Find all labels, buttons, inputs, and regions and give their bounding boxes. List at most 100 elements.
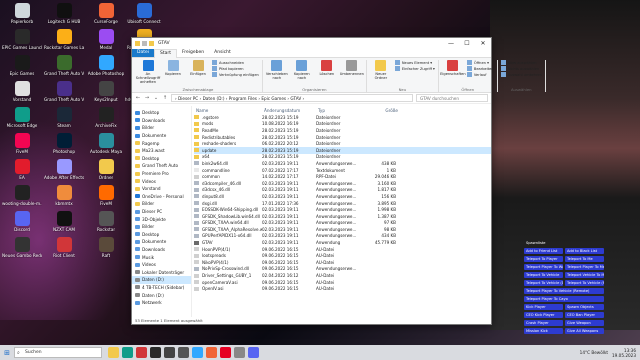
nav-item-3d-objekte[interactable]: 3D-Objekte — [132, 215, 191, 223]
mod-menu-button-add-to-black-list[interactable]: Add to Black List — [565, 248, 604, 254]
file-row[interactable]: GTAV 02.03.2023 19:11 Anwendung 45.779 KB — [194, 239, 491, 246]
desktop-icon-archivefix[interactable]: ArchiveFix — [86, 106, 126, 132]
file-row[interactable]: GPUPerfAPIDX11-x64.dll 02.03.2023 19:11 An… — [194, 233, 491, 240]
file-row[interactable]: commandline 07.02.2022 17:17 Textdokument 1… — [194, 167, 491, 174]
file-row[interactable]: .egstore 28.02.2023 15:19 Dateiordner — [194, 114, 491, 121]
up-button[interactable]: ↑ — [162, 95, 168, 101]
weather-widget[interactable]: 14°C Bewölkt — [580, 350, 608, 355]
ribbon-button-verkn-pfung-einf-gen[interactable]: Verknüpfung einfügen — [212, 72, 259, 77]
ribbon-button-einfacher-zugriff[interactable]: Einfacher Zugriff ▾ — [394, 66, 435, 71]
nav-item-onedrive-personal[interactable]: OneDrive - Personal — [132, 193, 191, 201]
ribbon-button-umbenennen[interactable]: Umbenennen — [340, 60, 364, 76]
nav-item-daten-d[interactable]: Daten (D:) — [132, 276, 191, 284]
desktop-icon-microsoft-edge[interactable]: Microsoft Edge — [2, 106, 42, 132]
taskbar-app-icon[interactable] — [150, 347, 161, 358]
desktop-icon-curseforge[interactable]: CurseForge — [86, 2, 126, 28]
file-row[interactable]: common 14.02.2022 17:17 RPF-Datei 29.046 KB — [194, 173, 491, 180]
mod-menu-button-mission-kick[interactable]: Mission Kick — [524, 328, 563, 334]
tab-home[interactable]: Start — [154, 48, 178, 58]
forward-button[interactable]: → — [144, 95, 150, 101]
tab-share[interactable]: Freigeben — [177, 49, 209, 57]
ribbon-button-einf-gen[interactable]: Einfügen — [187, 60, 209, 76]
mod-menu-button-teleport-to-vehicle-passenger[interactable]: Teleport To Vehicle (Passenger) — [565, 280, 604, 286]
file-row[interactable]: Redistributables 28.02.2023 15:19 Dateiord… — [194, 134, 491, 141]
mod-menu-button-teleport-player-to-me-vehicle[interactable]: Teleport Player To Me (Vehicle) — [565, 264, 604, 270]
ribbon-button-kopieren[interactable]: Kopieren — [162, 60, 184, 76]
file-row[interactable]: GFSDK_TXAA_AlphaResolve.win64.dll02.03.2… — [194, 226, 491, 233]
ribbon-button-bearbeiten[interactable]: Bearbeiten — [466, 66, 494, 71]
nav-item-bilder[interactable]: Bilder — [132, 124, 191, 132]
taskbar-app-icon[interactable] — [178, 347, 189, 358]
mod-menu-button-give-all-weapons[interactable]: Give All Weapons — [565, 328, 604, 334]
desktop-icon-rockstar[interactable]: Rockstar — [86, 210, 126, 236]
taskbar-app-icon[interactable] — [136, 347, 147, 358]
file-row[interactable]: dxgi.dll 17.01.2022 17:36 Anwendungserwe..… — [194, 200, 491, 207]
file-row[interactable]: lootspreads 09.06.2022 16:15 AU-Datei — [194, 252, 491, 259]
ribbon-button-kopieren-nach[interactable]: Kopieren nach — [291, 60, 313, 80]
taskbar-app-icon[interactable] — [248, 347, 259, 358]
desktop-icon-epic-games-launcher[interactable]: EPIC Games Launcher — [2, 28, 42, 54]
file-row[interactable]: GFSDK_TXAA.win64.dll 02.03.2023 19:11 Anwe… — [194, 220, 491, 227]
taskbar-app-icon[interactable] — [234, 347, 245, 358]
file-row[interactable]: EOSSDK-Win64-Shipping.dll 02.03.2023 19:1… — [194, 206, 491, 213]
desktop-icon-kbmmtx[interactable]: kbmmtx — [44, 184, 84, 210]
maximize-button[interactable]: ☐ — [459, 38, 475, 49]
nav-item-dieser-pc[interactable]: Dieser PC — [132, 208, 191, 216]
desktop-icon-neues-gambo-redux[interactable]: Neues Gambo Redux — [2, 236, 42, 262]
ribbon-button-alles-ausw-hlen[interactable]: Alles auswählen — [500, 60, 542, 65]
minimize-button[interactable]: — — [443, 38, 459, 49]
desktop-icon-medal[interactable]: Medal — [86, 28, 126, 54]
file-row[interactable]: NikoPVP(4/1) 09.06.2022 16:15 AU-Datei — [194, 259, 491, 266]
file-row[interactable]: openCameraV.asi 09.06.2022 16:15 AU-Datei — [194, 279, 491, 286]
nav-item-bilder[interactable]: Bilder — [132, 223, 191, 231]
file-row[interactable]: x64 28.02.2023 15:19 Dateiordner — [194, 154, 491, 161]
mod-menu-button-teleport-to-me[interactable]: Teleport To Me — [565, 256, 604, 262]
nav-item-desktop[interactable]: Desktop — [132, 155, 191, 163]
desktop-icon-keys2input[interactable]: Keys2Input — [86, 80, 126, 106]
nav-item-desktop[interactable]: Desktop — [132, 231, 191, 239]
mod-menu-button-spawn-objects[interactable]: Spawn Objects — [565, 304, 604, 310]
ribbon-button-auswahl-umkehren[interactable]: Auswahl umkehren — [500, 72, 542, 77]
mod-menu-button-ceo-kick-player[interactable]: CEO Kick Player — [524, 312, 563, 318]
desktop-icon-steam[interactable]: Steam — [44, 106, 84, 132]
taskbar-app-icon[interactable] — [108, 347, 119, 358]
address-bar[interactable]: › Dieser PC › Daten (D:) › Program Files… — [171, 94, 413, 102]
column-size[interactable]: Größe — [370, 108, 398, 113]
file-row[interactable]: update 28.02.2023 15:19 Dateiordner — [194, 146, 491, 154]
tab-file[interactable]: Datei — [132, 49, 155, 57]
file-row[interactable]: GFSDK_ShadowLib.win64.dll 02.03.2023 19:1… — [194, 213, 491, 220]
nav-item-4-tb-tech-sidebar[interactable]: 4 TB-TECH (Sidebar) — [132, 284, 191, 292]
mod-menu-button-give-weapon[interactable]: Give Weapon — [565, 320, 604, 326]
nav-item-downloads[interactable]: Downloads — [132, 117, 191, 125]
taskbar-app-icon[interactable] — [164, 347, 175, 358]
nav-item-netzwerk[interactable]: Netzwerk — [132, 299, 191, 307]
desktop-icon-fivem[interactable]: FiveM — [2, 132, 42, 158]
column-date[interactable]: Änderungsdatum — [264, 108, 318, 113]
desktop-icon-logitech-g-hub[interactable]: Logitech G HUB — [44, 2, 84, 28]
file-row[interactable]: dinput8.dll 02.03.2023 19:11 Anwendungserw… — [194, 193, 491, 200]
nav-item-desktop[interactable]: Desktop — [132, 109, 191, 117]
recent-locations-button[interactable]: ⌄ — [153, 95, 159, 101]
mod-menu-button-teleport-player-to-cayo[interactable]: Teleport Player To Cayo — [524, 296, 604, 302]
file-row[interactable]: d3dcompiler_46.dll 02.03.2023 19:11 Anwend… — [194, 180, 491, 187]
desktop-icon-raft[interactable]: Raft — [86, 236, 126, 262]
desktop-icon-epic-games[interactable]: Epic Games — [2, 54, 42, 80]
clock[interactable]: 13:36 19.05.2023 — [612, 348, 636, 358]
mod-menu-button-teleport-to-vehicle[interactable]: Teleport To Vehicle — [524, 272, 563, 278]
desktop-icon-nzxt-cam[interactable]: NZXT CAM — [44, 210, 84, 236]
mod-menu-button-ceo-ban-player[interactable]: CEO Ban Player — [565, 312, 604, 318]
desktop-icon-ubisoft-connect[interactable]: Ubisoft Connect — [124, 2, 164, 28]
mod-menu-button-teleport-to-vehicle-driver[interactable]: Teleport To Vehicle (Driver) — [524, 280, 563, 286]
column-type[interactable]: Typ — [318, 108, 370, 113]
mod-menu-button-teleport-vehicle-to-me[interactable]: Teleport Vehicle To Me — [565, 272, 604, 278]
new-folder-icon[interactable] — [149, 41, 154, 46]
desktop-icon-vorstand[interactable]: Vorstand — [2, 80, 42, 106]
ribbon-button-ffnen[interactable]: Öffnen ▾ — [466, 60, 494, 65]
desktop-icon-ea[interactable]: EA — [2, 158, 42, 184]
desktop-icon-ordner[interactable]: Ordner — [86, 158, 126, 184]
mod-menu-button-crash-player[interactable]: Crash Player — [524, 320, 563, 326]
desktop-icon-discord[interactable]: Discord — [2, 210, 42, 236]
taskbar-app-icon[interactable] — [122, 347, 133, 358]
nav-item-grand-theft-auto[interactable]: Grand Theft Auto — [132, 162, 191, 170]
tab-view[interactable]: Ansicht — [209, 49, 236, 57]
